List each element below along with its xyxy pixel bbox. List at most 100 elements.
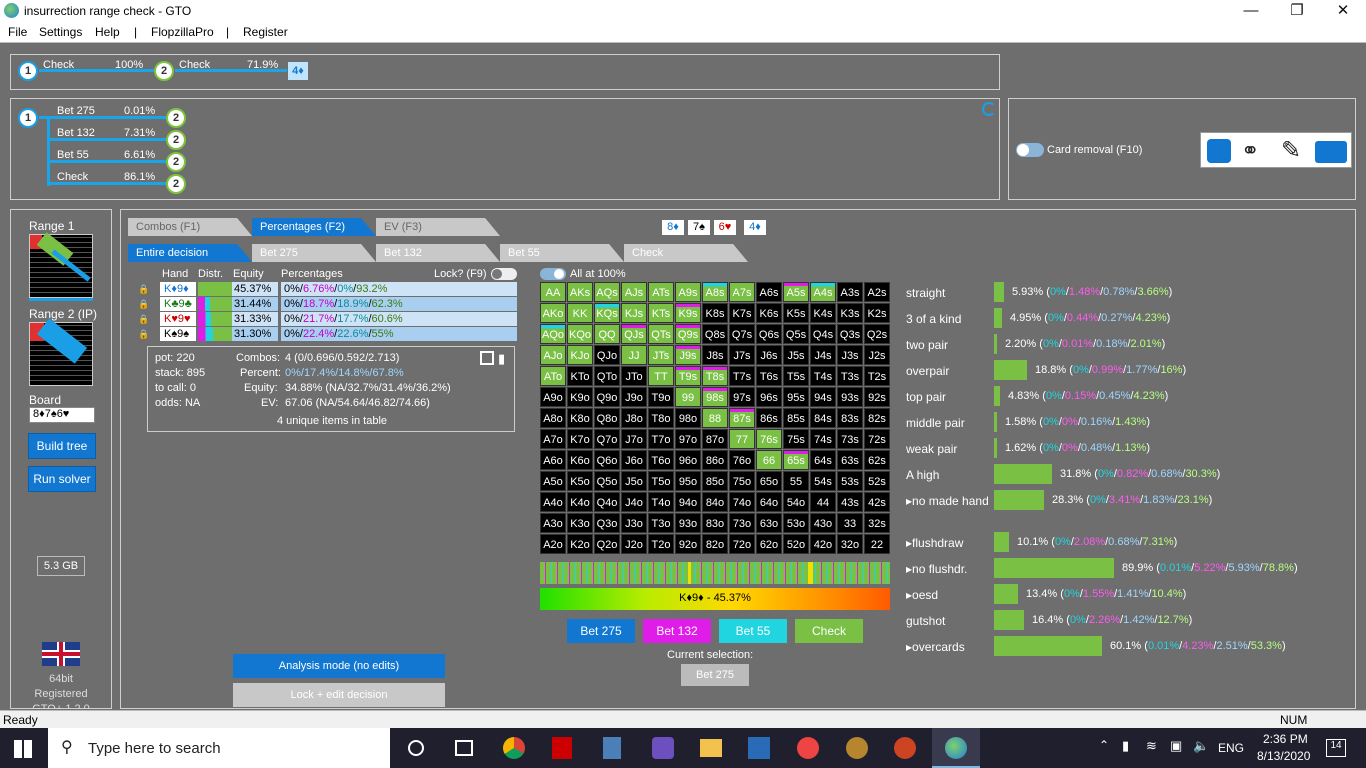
decision-child-node[interactable]: 2: [166, 130, 186, 150]
matrix-cell[interactable]: Q7o: [594, 429, 620, 449]
chevron-up-icon[interactable]: ⌃: [1099, 738, 1109, 752]
menu-file[interactable]: File: [8, 25, 27, 39]
turn-card[interactable]: 4♦: [288, 62, 308, 80]
line-node-2[interactable]: 2: [154, 61, 174, 81]
menu-settings[interactable]: Settings: [39, 25, 82, 39]
clock-time[interactable]: 2:36 PM: [1263, 732, 1308, 746]
bet-132-button[interactable]: Bet 132: [643, 619, 711, 643]
matrix-cell[interactable]: Q4o: [594, 492, 620, 512]
matrix-cell[interactable]: K7s: [729, 303, 755, 323]
lock-icon[interactable]: 🔒: [138, 312, 149, 326]
matrix-cell[interactable]: 54o: [783, 492, 809, 512]
matrix-cell[interactable]: A7o: [540, 429, 566, 449]
matrix-cell[interactable]: T5s: [783, 366, 809, 386]
lock-icon[interactable]: 🔒: [138, 327, 149, 341]
matrix-cell[interactable]: 32s: [864, 513, 890, 533]
matrix-cell[interactable]: 96s: [756, 387, 782, 407]
stat-row[interactable]: middle pair 1.58% (0%/0%/0.16%/1.43%): [900, 412, 1350, 434]
matrix-cell[interactable]: K9s: [675, 303, 701, 323]
clock-date[interactable]: 8/13/2020: [1257, 749, 1310, 763]
matrix-cell[interactable]: 97o: [675, 429, 701, 449]
matrix-cell[interactable]: K7o: [567, 429, 593, 449]
edit-icon[interactable]: ✎: [1281, 136, 1301, 165]
matrix-cell[interactable]: 64o: [756, 492, 782, 512]
matrix-cell[interactable]: 95o: [675, 471, 701, 491]
matrix-cell[interactable]: 75o: [729, 471, 755, 491]
matrix-cell[interactable]: JJ: [621, 345, 647, 365]
matrix-cell[interactable]: 97s: [729, 387, 755, 407]
matrix-cell[interactable]: AKs: [567, 282, 593, 302]
range1-thumbnail[interactable]: [29, 232, 93, 298]
matrix-cell[interactable]: 43o: [810, 513, 836, 533]
lock-icon[interactable]: 🔒: [138, 297, 149, 311]
matrix-cell[interactable]: T2o: [648, 534, 674, 554]
matrix-cell[interactable]: 96o: [675, 450, 701, 470]
matrix-cell[interactable]: 65s: [783, 450, 809, 470]
matrix-cell[interactable]: Q6s: [756, 324, 782, 344]
app-icon-3[interactable]: [894, 737, 916, 759]
matrix-cell[interactable]: 22: [864, 534, 890, 554]
matrix-cell[interactable]: A9o: [540, 387, 566, 407]
battery-icon[interactable]: ▮: [1122, 738, 1129, 754]
bet-55-button[interactable]: Bet 55: [719, 619, 787, 643]
matrix-cell[interactable]: 74o: [729, 492, 755, 512]
matrix-cell[interactable]: AJo: [540, 345, 566, 365]
matrix-cell[interactable]: 66: [756, 450, 782, 470]
matrix-cell[interactable]: KJo: [567, 345, 593, 365]
matrix-cell[interactable]: Q7s: [729, 324, 755, 344]
matrix-cell[interactable]: 87s: [729, 408, 755, 428]
matrix-cell[interactable]: J8o: [621, 408, 647, 428]
matrix-cell[interactable]: 83s: [837, 408, 863, 428]
matrix-cell[interactable]: 94s: [810, 387, 836, 407]
matrix-cell[interactable]: 72s: [864, 429, 890, 449]
matrix-cell[interactable]: AQs: [594, 282, 620, 302]
matrix-cell[interactable]: 52s: [864, 471, 890, 491]
matrix-cell[interactable]: A3s: [837, 282, 863, 302]
matrix-cell[interactable]: J7o: [621, 429, 647, 449]
matrix-cell[interactable]: 62s: [864, 450, 890, 470]
matrix-cell[interactable]: A2o: [540, 534, 566, 554]
menu-flopzillapro[interactable]: FlopzillaPro: [151, 25, 214, 39]
tab-bet-275[interactable]: Bet 275: [252, 244, 376, 262]
matrix-cell[interactable]: 83o: [702, 513, 728, 533]
calculator-icon[interactable]: [603, 737, 621, 759]
matrix-cell[interactable]: J3o: [621, 513, 647, 533]
matrix-cell[interactable]: Q8s: [702, 324, 728, 344]
tree-icon[interactable]: ⚭: [1241, 138, 1259, 164]
lock-edit-button[interactable]: Lock + edit decision: [233, 683, 445, 707]
stat-row[interactable]: gutshot 16.4% (0%/2.26%/1.42%/12.7%): [900, 610, 1350, 632]
matrix-cell[interactable]: J2o: [621, 534, 647, 554]
table-row[interactable]: 🔒 K♦9♦ 45.37% 0%/6.76%/0%/93.2%: [136, 282, 517, 296]
matrix-cell[interactable]: 75s: [783, 429, 809, 449]
stat-row[interactable]: A high 31.8% (0%/0.82%/0.68%/30.3%): [900, 464, 1350, 486]
matrix-cell[interactable]: A3o: [540, 513, 566, 533]
card-removal-toggle[interactable]: [1016, 143, 1044, 157]
language-indicator[interactable]: ENG: [1218, 741, 1244, 755]
all-at-100-toggle[interactable]: [540, 268, 566, 280]
matrix-cell[interactable]: A6s: [756, 282, 782, 302]
matrix-cell[interactable]: 43s: [837, 492, 863, 512]
task-view-icon[interactable]: [455, 740, 473, 756]
matrix-cell[interactable]: 92s: [864, 387, 890, 407]
matrix-cell[interactable]: 93s: [837, 387, 863, 407]
chrome-icon[interactable]: [503, 737, 525, 759]
matrix-cell[interactable]: 76o: [729, 450, 755, 470]
matrix-cell[interactable]: 53s: [837, 471, 863, 491]
matrix-cell[interactable]: J5o: [621, 471, 647, 491]
matrix-cell[interactable]: K3o: [567, 513, 593, 533]
menu-help[interactable]: Help: [95, 25, 120, 39]
matrix-cell[interactable]: A7s: [729, 282, 755, 302]
matrix-cell[interactable]: A8s: [702, 282, 728, 302]
matrix-cell[interactable]: A9s: [675, 282, 701, 302]
matrix-cell[interactable]: 33: [837, 513, 863, 533]
matrix-cell[interactable]: Q2s: [864, 324, 890, 344]
matrix-cell[interactable]: K6o: [567, 450, 593, 470]
app-icon-2[interactable]: [797, 737, 819, 759]
matrix-cell[interactable]: K3s: [837, 303, 863, 323]
matrix-cell[interactable]: Q9o: [594, 387, 620, 407]
matrix-cell[interactable]: 62o: [756, 534, 782, 554]
matrix-cell[interactable]: K2o: [567, 534, 593, 554]
matrix-cell[interactable]: J6s: [756, 345, 782, 365]
matrix-cell[interactable]: KQo: [567, 324, 593, 344]
lock-icon[interactable]: 🔒: [138, 282, 149, 296]
